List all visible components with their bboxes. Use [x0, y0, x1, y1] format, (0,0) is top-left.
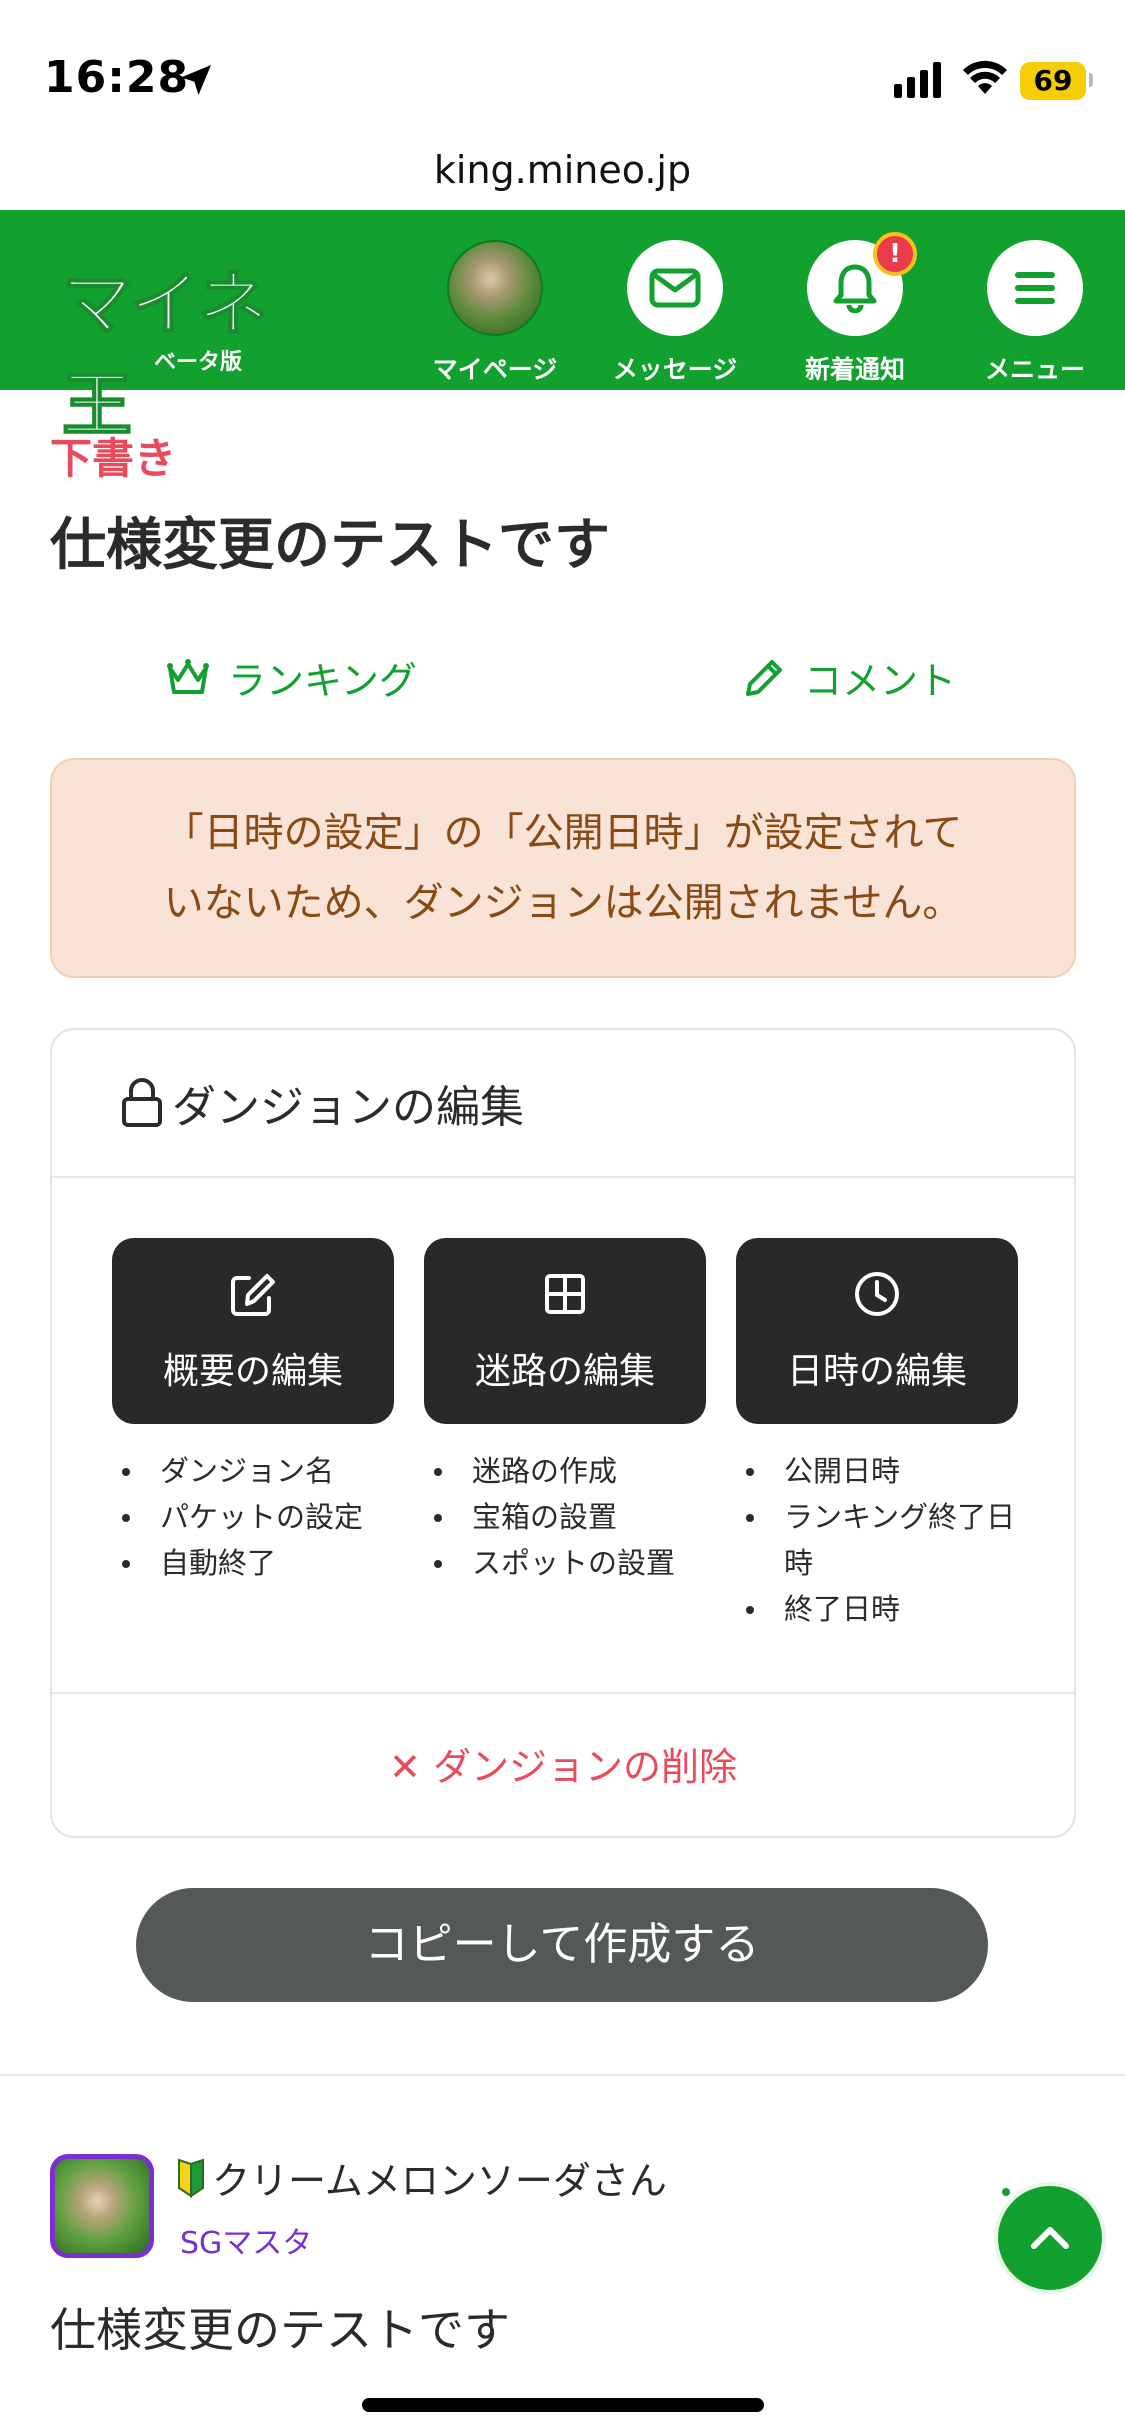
list-item: ランキング終了日時 — [736, 1494, 1018, 1586]
list-item: ダンジョン名 — [112, 1448, 402, 1494]
beginner-mark-icon — [178, 2158, 204, 2198]
datetime-item-list: 公開日時 ランキング終了日時 終了日時 — [736, 1448, 1018, 1632]
grid-icon — [545, 1274, 585, 1314]
battery-indicator: 69 — [1020, 62, 1086, 100]
notice-line-1: 「日時の設定」の「公開日時」が設定されて — [163, 810, 963, 856]
nav-messages[interactable]: メッセージ — [600, 228, 750, 388]
list-item: 公開日時 — [736, 1448, 1018, 1494]
logo-beta-label: ベータ版 — [154, 350, 243, 375]
nav-circle — [627, 240, 723, 336]
nav-circle: ! — [807, 232, 917, 336]
list-item: 終了日時 — [736, 1586, 1018, 1632]
address-bar[interactable]: king.mineo.jp — [0, 135, 1125, 210]
home-indicator — [362, 2398, 764, 2412]
delete-dungeon-button[interactable]: ✕ ダンジョンの削除 — [52, 1692, 1074, 1838]
nav-label: マイページ — [432, 355, 558, 384]
app-header: マイネ王 ベータ版 マイページ メッセージ ! 新着通知 メニュー — [0, 210, 1125, 447]
nav-label: 新着通知 — [804, 355, 905, 384]
ranking-label: ランキング — [228, 659, 417, 703]
nav-mypage[interactable]: マイページ — [420, 228, 570, 388]
list-item: スポットの設置 — [424, 1540, 714, 1586]
envelope-icon — [649, 268, 701, 308]
ranking-link[interactable]: ランキング — [164, 650, 417, 705]
edit-icon — [231, 1274, 275, 1316]
author-rank-badge: SGマスタ — [180, 2226, 313, 2261]
comment-label: コメント — [804, 659, 957, 703]
avatar[interactable] — [50, 2154, 154, 2258]
crown-icon — [167, 658, 209, 694]
decorative-dot — [1002, 2188, 1010, 2196]
nav-label: メニュー — [984, 355, 1085, 384]
location-arrow-icon — [181, 65, 211, 95]
notification-badge: ! — [873, 232, 917, 276]
edit-datetime-button[interactable]: 日時の編集 — [736, 1238, 1018, 1424]
site-logo[interactable]: マイネ王 ベータ版 — [61, 248, 332, 447]
hamburger-icon — [1015, 272, 1055, 304]
chevron-up-icon — [1031, 2227, 1069, 2249]
status-bar: 16:28 69 — [0, 0, 1125, 135]
edit-card-header: ダンジョンの編集 — [52, 1030, 1074, 1178]
battery-tip — [1089, 73, 1093, 87]
bell-icon — [833, 264, 877, 313]
status-time: 16:28 — [44, 52, 190, 103]
clock-icon — [855, 1272, 899, 1316]
page-title: 仕様変更のテストです — [50, 513, 610, 578]
list-item: 自動終了 — [112, 1540, 402, 1586]
section-divider — [0, 2074, 1125, 2076]
author-name-text: クリームメロンソーダさん — [212, 2159, 667, 2203]
nav-menu[interactable]: メニュー — [960, 228, 1110, 388]
overview-item-list: ダンジョン名 パケットの設定 自動終了 — [112, 1448, 402, 1586]
edit-maze-label: 迷路の編集 — [474, 1351, 655, 1392]
list-item: パケットの設定 — [112, 1494, 402, 1540]
list-item: 迷路の作成 — [424, 1448, 714, 1494]
draft-label: 下書き — [50, 434, 177, 483]
signal-icon — [894, 62, 941, 98]
maze-item-list: 迷路の作成 宝箱の設置 スポットの設置 — [424, 1448, 714, 1586]
scroll-to-top-button[interactable] — [994, 2182, 1106, 2294]
edit-datetime-label: 日時の編集 — [786, 1351, 967, 1392]
nav-label: メッセージ — [612, 355, 738, 384]
avatar — [447, 240, 543, 336]
edit-card-title: ダンジョンの編集 — [172, 1082, 524, 1133]
copy-create-button[interactable]: コピーして作成する — [136, 1888, 988, 2002]
pencil-icon — [746, 659, 782, 696]
edit-maze-button[interactable]: 迷路の編集 — [424, 1238, 706, 1424]
lock-icon — [122, 1078, 162, 1127]
edit-overview-button[interactable]: 概要の編集 — [112, 1238, 394, 1424]
comment-link[interactable]: コメント — [740, 650, 956, 705]
dungeon-edit-card: ダンジョンの編集 概要の編集 迷路の編集 日時の編集 ダンジョン名 パケットの設… — [50, 1028, 1076, 1838]
nav-notifications[interactable]: ! 新着通知 — [780, 228, 930, 388]
nav-circle — [987, 240, 1083, 336]
wifi-icon — [963, 60, 1007, 94]
notice-box: 「日時の設定」の「公開日時」が設定されて いないため、ダンジョンは公開されません… — [50, 758, 1076, 978]
list-item: 宝箱の設置 — [424, 1494, 714, 1540]
edit-overview-label: 概要の編集 — [162, 1351, 343, 1392]
notice-line-2: いないため、ダンジョンは公開されません。 — [163, 880, 963, 926]
author-name[interactable]: クリームメロンソーダさん — [176, 2150, 667, 2205]
post-text: 仕様変更のテストです — [50, 2303, 510, 2357]
